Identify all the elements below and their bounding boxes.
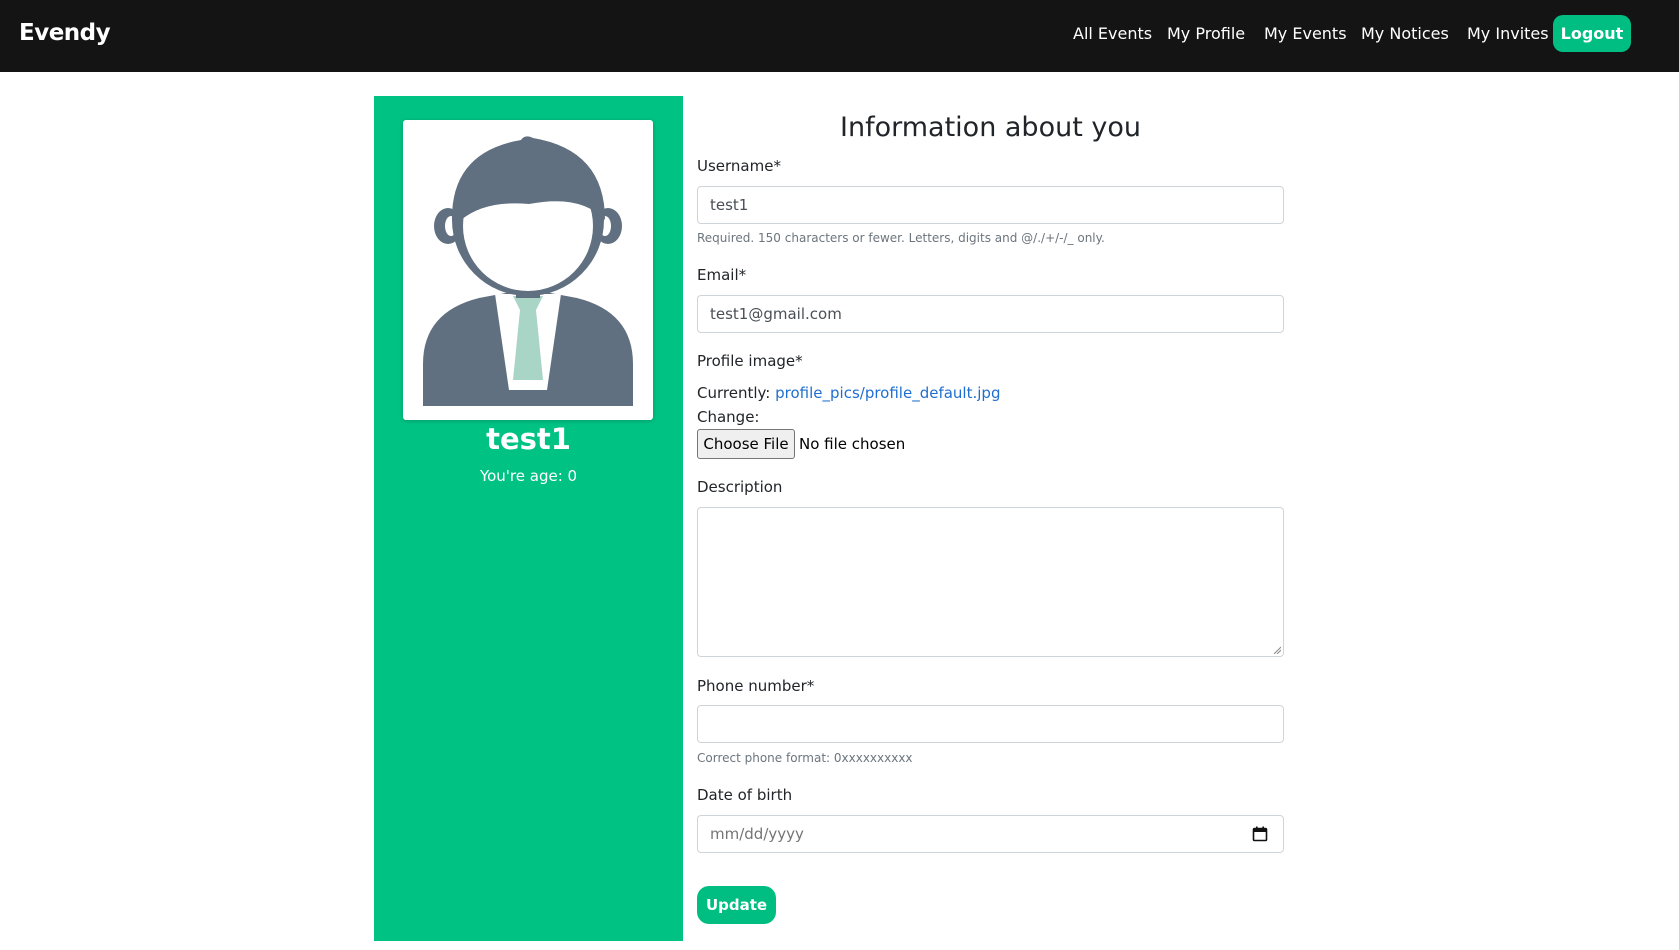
logout-button[interactable]: Logout <box>1553 15 1631 52</box>
username-input[interactable] <box>697 186 1284 224</box>
update-button[interactable]: Update <box>697 886 776 924</box>
nav-my-invites[interactable]: My Invites <box>1467 24 1549 43</box>
file-status: No file chosen <box>799 435 906 453</box>
nav-all-events[interactable]: All Events <box>1073 24 1152 43</box>
change-label: Change: <box>697 408 760 426</box>
currently-label: Currently: <box>697 384 771 402</box>
description-label: Description <box>697 478 783 496</box>
phone-input[interactable] <box>697 705 1284 743</box>
page-title: Information about you <box>840 112 1141 143</box>
email-input[interactable] <box>697 295 1284 333</box>
profile-sidebar: test1 You're age: 0 <box>374 96 683 941</box>
email-label: Email* <box>697 266 747 284</box>
nav-my-profile[interactable]: My Profile <box>1167 24 1245 43</box>
profile-image-label: Profile image* <box>697 352 803 370</box>
brand-logo[interactable]: Evendy <box>19 20 111 46</box>
username-help: Required. 150 characters or fewer. Lette… <box>697 231 1105 245</box>
description-textarea[interactable] <box>697 507 1284 657</box>
default-user-avatar-icon <box>423 136 633 406</box>
dob-label: Date of birth <box>697 786 793 804</box>
nav-my-notices[interactable]: My Notices <box>1361 24 1449 43</box>
current-image-row: Currently: profile_pics/profile_default.… <box>697 384 1000 402</box>
sidebar-age: You're age: 0 <box>479 467 578 485</box>
choose-file-button[interactable]: Choose File <box>697 429 795 459</box>
username-label: Username* <box>697 157 781 175</box>
avatar-card <box>403 120 653 420</box>
resize-grip-icon[interactable] <box>1273 646 1281 654</box>
nav-my-events[interactable]: My Events <box>1264 24 1347 43</box>
current-image-link[interactable]: profile_pics/profile_default.jpg <box>775 384 1000 402</box>
sidebar-username: test1 <box>486 422 571 456</box>
calendar-icon[interactable] <box>1252 826 1268 842</box>
phone-help: Correct phone format: 0xxxxxxxxxx <box>697 751 913 765</box>
dob-input[interactable] <box>697 815 1284 853</box>
navbar: Evendy All Events My Profile My Events M… <box>0 0 1679 72</box>
phone-label: Phone number* <box>697 677 815 695</box>
